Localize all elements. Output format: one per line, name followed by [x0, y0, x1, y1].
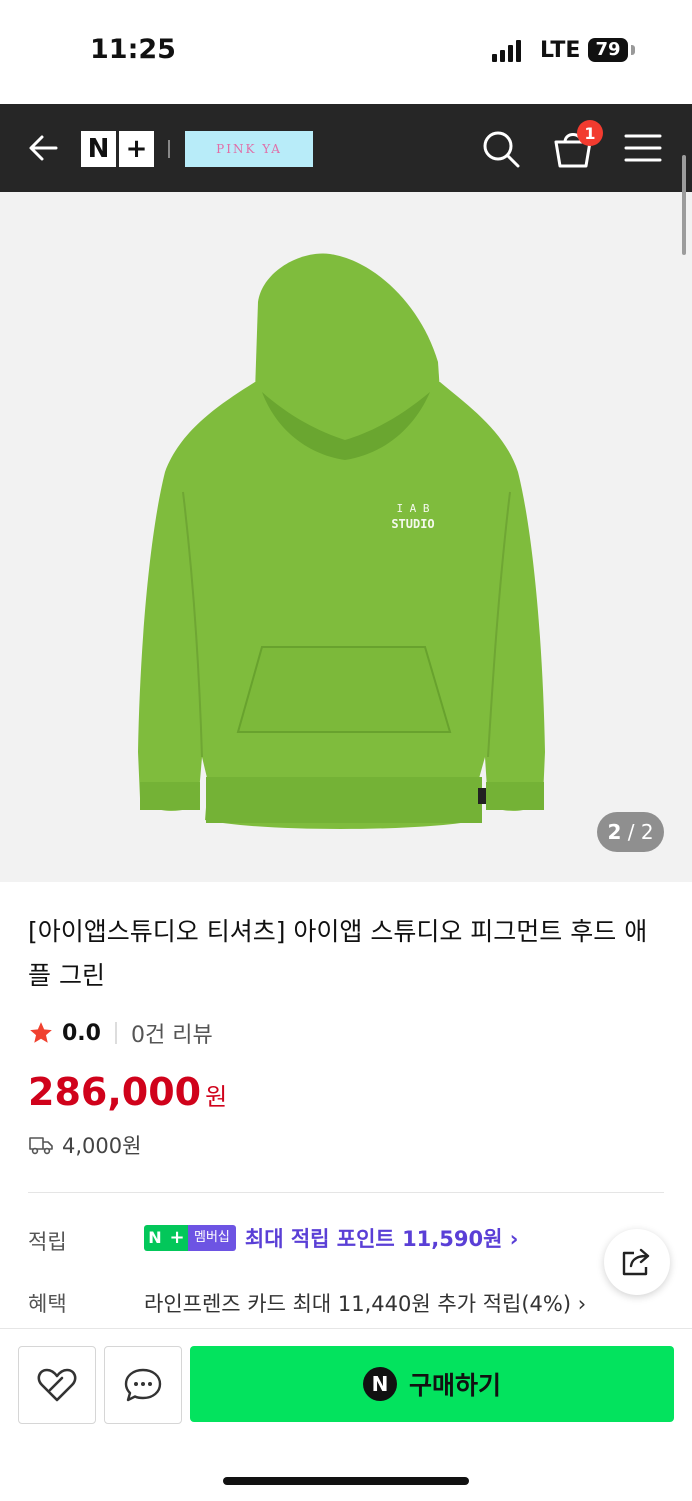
network-type: LTE [540, 38, 581, 63]
share-icon [622, 1248, 650, 1276]
share-button[interactable] [604, 1229, 670, 1295]
delivery-truck-icon [29, 1137, 53, 1155]
buy-now-button[interactable]: N 구매하기 [190, 1346, 674, 1422]
chat-bubble-icon [124, 1368, 162, 1402]
status-time: 11:25 [90, 34, 176, 65]
logo-plus: + [119, 131, 154, 167]
logo-n: N [81, 131, 116, 167]
rating-summary: 0.0 0건 리뷰 [28, 1017, 213, 1049]
price-unit: 원 [205, 1083, 228, 1111]
naver-plus-membership-badge: N + 멤버십 [144, 1225, 236, 1251]
buy-now-label: 구매하기 [408, 1371, 501, 1400]
product-image-gallery[interactable]: I A B STUDIO [0, 192, 692, 882]
price: 286,000 원 [28, 1070, 227, 1114]
card-benefit-link[interactable]: 라인프렌즈 카드 최대 11,440원 추가 적립(4%) › [144, 1288, 586, 1318]
signal-icon [492, 40, 521, 62]
image-counter: 2 / 2 [597, 812, 664, 852]
image-counter-current: 2 [607, 820, 622, 844]
badge-n: N [144, 1225, 166, 1251]
badge-membership-text: 멤버십 [188, 1225, 236, 1251]
product-image-hoodie: I A B STUDIO [138, 253, 545, 829]
star-icon [30, 1022, 52, 1043]
naver-plus-store-logo[interactable]: N + [81, 131, 155, 167]
heart-link-icon [37, 1368, 77, 1402]
section-divider [28, 1192, 664, 1193]
battery-icon: 79 [588, 38, 628, 62]
logo-divider [168, 140, 170, 158]
points-label: 적립 [28, 1230, 67, 1254]
badge-plus: + [166, 1225, 188, 1251]
rating-divider [114, 1022, 117, 1044]
shipping-fee-value: 4,000원 [62, 1134, 142, 1158]
hoodie-print-line1: I A B [396, 502, 429, 515]
product-title: [아이앱스튜디오 티셔츠] 아이앱 스튜디오 피그먼트 후드 애플 그린 [28, 917, 648, 990]
image-counter-total: / 2 [627, 820, 654, 844]
search-icon[interactable] [480, 128, 522, 170]
store-logo[interactable]: PINK YA [185, 131, 313, 167]
shipping-fee: 4,000원 [28, 1130, 141, 1160]
hoodie-print-line2: STUDIO [391, 517, 434, 531]
naver-pay-icon: N [362, 1367, 397, 1401]
cart-count-badge: 1 [577, 120, 603, 146]
review-count-link[interactable]: 0건 리뷰 [131, 1017, 213, 1049]
battery-cap [631, 45, 635, 55]
talktalk-chat-button[interactable] [104, 1346, 182, 1424]
page-scrollbar[interactable] [682, 155, 686, 255]
bottom-purchase-bar: N 구매하기 [0, 1328, 692, 1501]
benefit-label: 혜택 [28, 1292, 67, 1316]
price-value: 286,000 [28, 1070, 202, 1114]
status-bar: 11:25 LTE 79 [0, 0, 692, 104]
max-points-text: 최대 적립 포인트 11,590원 › [244, 1227, 519, 1251]
top-nav-bar: N + PINK YA [0, 104, 692, 192]
home-indicator[interactable] [223, 1477, 469, 1485]
rating-score: 0.0 [62, 1020, 101, 1046]
wishlist-button[interactable] [18, 1346, 96, 1424]
membership-points-link[interactable]: N + 멤버십 최대 적립 포인트 11,590원 › [144, 1223, 518, 1253]
menu-icon[interactable] [624, 132, 662, 164]
back-arrow-icon[interactable] [24, 128, 64, 168]
